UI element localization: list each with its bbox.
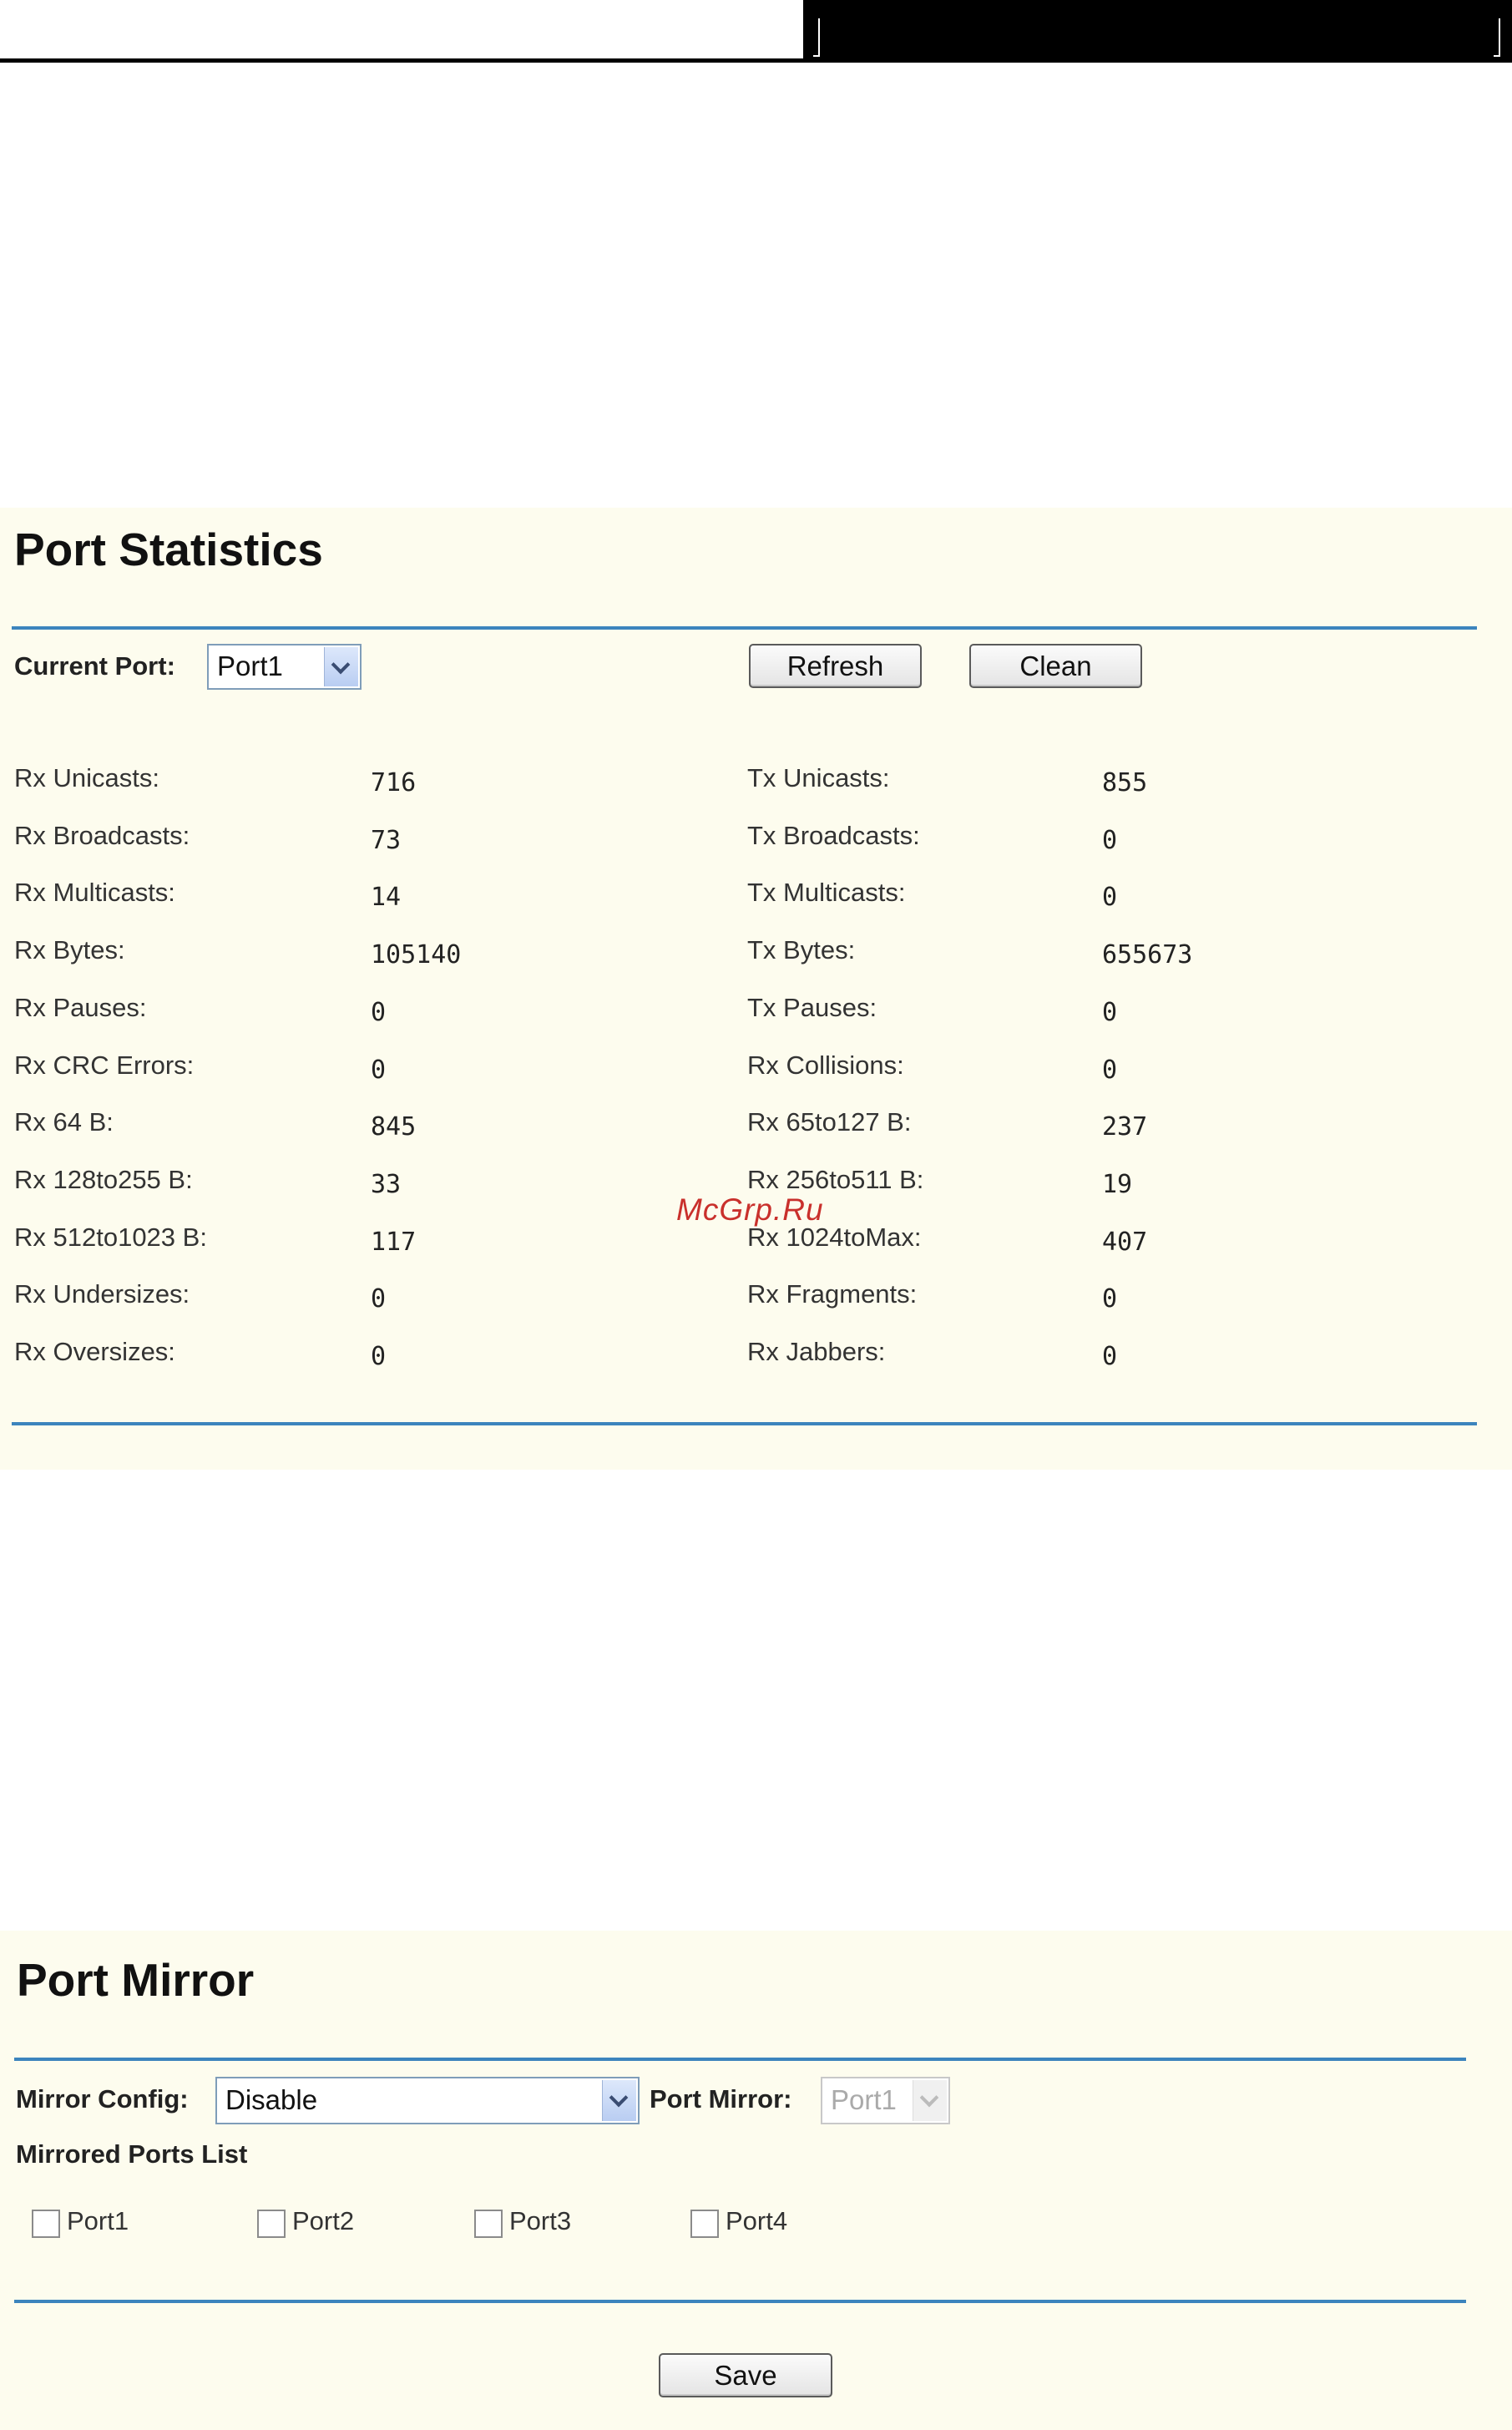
chevron-down-icon[interactable]: [324, 647, 358, 686]
clean-button[interactable]: Clean: [969, 644, 1142, 688]
port-mirror-title: Port Mirror: [17, 1954, 255, 2006]
port-mirror-value: Port1: [831, 2083, 897, 2115]
stat-label: Rx Oversizes:: [14, 1337, 175, 1366]
port-mirror-panel: Port Mirror Mirror Config: Disable Port …: [0, 1931, 1512, 2430]
stat-label: Rx Pauses:: [14, 992, 147, 1022]
stat-value: 0: [1102, 883, 1118, 913]
stat-value: 73: [371, 825, 402, 855]
stat-value: 0: [1102, 825, 1118, 855]
stat-label: Rx 64 B:: [14, 1107, 114, 1137]
stats-top-rule: [12, 626, 1477, 630]
stat-label: Rx 128to255 B:: [14, 1164, 193, 1194]
stat-value: 19: [1102, 1169, 1133, 1199]
port-checkbox-label: Port2: [292, 2206, 355, 2235]
stat-label: Rx 65to127 B:: [747, 1107, 912, 1137]
stat-label: Rx CRC Errors:: [14, 1050, 195, 1080]
port-checkbox-label: Port1: [67, 2206, 129, 2235]
stat-label: Rx Unicasts:: [14, 763, 159, 792]
stat-value: 0: [371, 1055, 387, 1085]
stat-value: 0: [1102, 1284, 1118, 1314]
current-port-label: Current Port:: [14, 651, 175, 681]
port-checkbox[interactable]: [690, 2210, 719, 2238]
stat-value: 0: [1102, 1055, 1118, 1085]
mirror-config-label: Mirror Config:: [16, 2084, 189, 2114]
stat-value: 0: [371, 1342, 387, 1371]
mirror-config-select[interactable]: Disable: [215, 2077, 640, 2124]
header-notch-right: [1494, 18, 1500, 57]
stat-value: 655673: [1102, 940, 1193, 970]
current-port-select[interactable]: Port1: [207, 644, 362, 690]
stat-value: 33: [371, 1169, 402, 1199]
stat-value: 0: [1102, 997, 1118, 1027]
mirrored-ports-list-label: Mirrored Ports List: [16, 2139, 248, 2169]
stat-label: Rx 512to1023 B:: [14, 1222, 207, 1252]
port-mirror-label: Port Mirror:: [650, 2084, 792, 2114]
stat-label: Rx Undersizes:: [14, 1279, 190, 1309]
header-notch-left: [813, 18, 820, 57]
stat-value: 237: [1102, 1112, 1148, 1142]
mirror-top-rule: [14, 2058, 1466, 2061]
port-mirror-select: Port1: [821, 2077, 950, 2124]
stat-value: 0: [1102, 1342, 1118, 1371]
stat-label: Tx Broadcasts:: [747, 820, 920, 850]
stat-label: Tx Unicasts:: [747, 763, 890, 792]
stat-value: 407: [1102, 1227, 1148, 1257]
port-checkbox[interactable]: [32, 2210, 60, 2238]
header-rule: [0, 58, 806, 63]
refresh-button[interactable]: Refresh: [749, 644, 922, 688]
stat-value: 117: [371, 1227, 417, 1257]
chevron-down-icon[interactable]: [602, 2080, 636, 2121]
header-black-bar: [803, 0, 1512, 63]
stat-label: Rx Jabbers:: [747, 1337, 886, 1366]
mirror-bottom-rule: [14, 2300, 1466, 2303]
current-port-value: Port1: [217, 650, 283, 681]
stat-label: Rx Multicasts:: [14, 878, 175, 908]
mirror-config-value: Disable: [225, 2083, 318, 2115]
stat-label: Tx Pauses:: [747, 992, 877, 1022]
chevron-down-icon: [913, 2080, 947, 2121]
stat-value: 0: [371, 997, 387, 1027]
stat-value: 105140: [371, 940, 462, 970]
port-statistics-title: Port Statistics: [14, 524, 323, 575]
port-checkbox-label: Port3: [509, 2206, 572, 2235]
stat-value: 855: [1102, 768, 1148, 797]
port-checkbox[interactable]: [257, 2210, 286, 2238]
save-button[interactable]: Save: [659, 2353, 832, 2397]
watermark-text: McGrp.Ru: [676, 1192, 824, 1227]
stat-label: Rx Collisions:: [747, 1050, 904, 1080]
stat-label: Rx Fragments:: [747, 1279, 918, 1309]
stat-label: Rx 256to511 B:: [747, 1164, 924, 1194]
stat-label: Rx Bytes:: [14, 935, 125, 965]
port-checkbox-label: Port4: [726, 2206, 788, 2235]
stat-label: Tx Bytes:: [747, 935, 856, 965]
stat-value: 845: [371, 1112, 417, 1142]
stat-value: 0: [371, 1284, 387, 1314]
stat-label: Tx Multicasts:: [747, 878, 906, 908]
stat-label: Rx Broadcasts:: [14, 820, 190, 850]
stat-value: 716: [371, 768, 417, 797]
port-checkbox[interactable]: [474, 2210, 503, 2238]
port-statistics-panel: Port Statistics Current Port: Port1 Refr…: [0, 508, 1512, 1470]
stats-bottom-rule: [12, 1422, 1477, 1425]
stat-value: 14: [371, 883, 402, 913]
